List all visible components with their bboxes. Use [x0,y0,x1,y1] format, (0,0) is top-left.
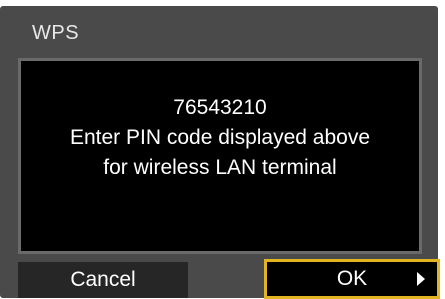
instruction-line-1: Enter PIN code displayed above [69,126,371,149]
cancel-button-label: Cancel [70,268,136,291]
instruction-line-2: for wireless LAN terminal [103,156,337,179]
screen-title: WPS [32,22,80,44]
cancel-button[interactable]: Cancel [18,262,188,298]
arrow-right-icon [417,272,425,286]
pin-dialog: 76543210 Enter PIN code displayed above … [18,58,422,254]
ok-button-label: OK [336,267,368,290]
pin-message: 76543210 Enter PIN code displayed above … [21,93,419,183]
ok-button[interactable]: OK [264,259,440,299]
wps-screen: WPS 76543210 Enter PIN code displayed ab… [0,0,445,299]
pin-code: 76543210 [173,96,267,119]
